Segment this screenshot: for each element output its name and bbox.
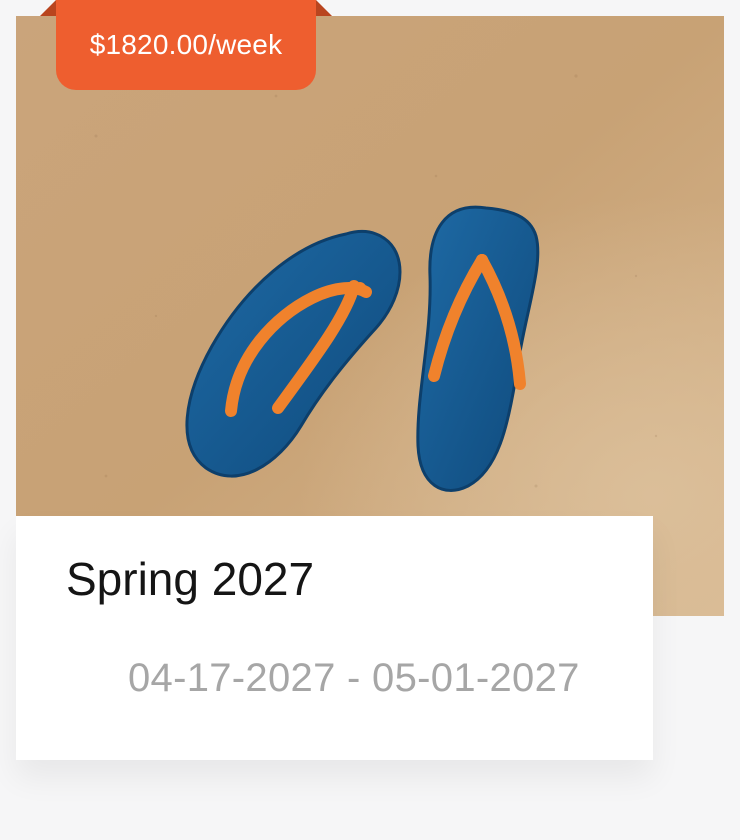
price-badge: $1820.00/week xyxy=(56,0,316,90)
price-tag-fold-right xyxy=(316,0,332,16)
listing-page: $1820.00/week Spring 2027 04-17-2027 - 0… xyxy=(0,0,740,840)
price-tag-fold-left xyxy=(40,0,56,16)
listing-info-card[interactable]: Spring 2027 04-17-2027 - 05-01-2027 xyxy=(16,516,653,760)
listing-dates: 04-17-2027 - 05-01-2027 xyxy=(128,656,580,700)
listing-title: Spring 2027 xyxy=(66,553,315,605)
